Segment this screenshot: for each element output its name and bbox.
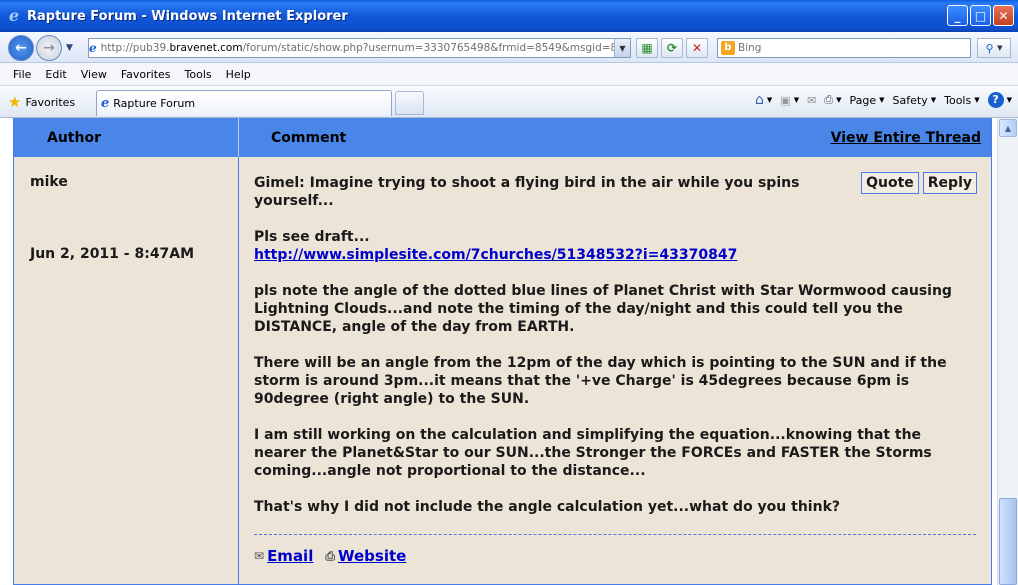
safety-menu[interactable]: Safety ▼	[893, 94, 937, 107]
maximize-button[interactable]: □	[970, 5, 991, 26]
ie-logo-icon: e	[8, 6, 20, 25]
address-dropdown-button[interactable]: ▼	[614, 39, 630, 57]
post-contact-links: ✉ Email ⎙ Website	[254, 547, 406, 565]
email-link-group[interactable]: ✉ Email	[254, 547, 313, 565]
menu-file[interactable]: File	[6, 68, 38, 81]
address-input[interactable]: e http://pub39.bravenet.com/forum/static…	[88, 38, 631, 58]
page-icon: e	[89, 41, 97, 55]
menu-favorites[interactable]: Favorites	[114, 68, 178, 81]
new-tab-button[interactable]	[395, 91, 424, 115]
compatibility-view-icon[interactable]: ▦	[636, 38, 658, 58]
minimize-button[interactable]: _	[947, 5, 968, 26]
back-button[interactable]: ←	[8, 35, 34, 61]
post-paragraph: pls note the angle of the dotted blue li…	[254, 283, 952, 335]
favorites-bar: ★ Favorites e Rapture Forum ⌂ ▼ ▣ ▼ ✉ ⎙ ▼ P…	[0, 86, 1018, 118]
command-bar: ⌂ ▼ ▣ ▼ ✉ ⎙ ▼ Page ▼ Safety ▼ Tools ▼ ? ▼	[755, 92, 1012, 108]
scroll-up-arrow-icon[interactable]: ▲	[999, 119, 1017, 137]
header-divider	[238, 118, 239, 157]
menu-help[interactable]: Help	[219, 68, 258, 81]
mail-icon: ✉	[807, 93, 817, 107]
help-button[interactable]: ? ▼	[987, 92, 1012, 108]
forum-post-table: Author Comment View Entire Thread mike J…	[13, 118, 992, 585]
page-menu-label: Page	[849, 93, 877, 107]
view-entire-thread-link[interactable]: View Entire Thread	[831, 130, 981, 146]
column-divider	[238, 157, 239, 585]
tools-menu-label: Tools	[944, 93, 972, 107]
tab-title: Rapture Forum	[113, 97, 196, 110]
draft-link[interactable]: http://www.simplesite.com/7churches/5134…	[254, 247, 737, 263]
ie-page-icon: e	[101, 96, 110, 111]
star-icon: ★	[8, 93, 22, 111]
email-icon: ✉	[254, 549, 265, 563]
tab-rapture-forum[interactable]: e Rapture Forum	[96, 90, 392, 116]
refresh-icon[interactable]: ⟳	[661, 38, 683, 58]
recent-pages-dropdown-icon[interactable]: ▼	[66, 43, 73, 53]
window-title: Rapture Forum - Windows Internet Explore…	[27, 8, 348, 24]
forward-button[interactable]: →	[36, 35, 62, 61]
title-bar: e Rapture Forum - Windows Internet Explo…	[0, 0, 1018, 32]
post-body: Gimel: Imagine trying to shoot a flying …	[254, 174, 970, 534]
bing-icon: b	[721, 41, 735, 55]
menu-tools[interactable]: Tools	[178, 68, 219, 81]
website-link[interactable]: Website	[338, 547, 406, 565]
feeds-button[interactable]: ▣ ▼	[780, 94, 799, 107]
tools-menu[interactable]: Tools ▼	[944, 94, 980, 107]
vertical-scrollbar[interactable]: ▲	[997, 118, 1018, 585]
search-icon: ⚲	[985, 41, 994, 55]
post-paragraph-draft: Pls see draft... http://www.simplesite.c…	[254, 228, 970, 264]
home-button[interactable]: ⌂ ▼	[755, 92, 772, 108]
post-paragraph: Gimel: Imagine trying to shoot a flying …	[254, 175, 800, 209]
help-icon: ?	[987, 92, 1004, 108]
close-window-button[interactable]: ✕	[993, 5, 1014, 26]
read-mail-button[interactable]: ✉	[807, 94, 816, 107]
favorites-button[interactable]: ★ Favorites	[8, 93, 75, 111]
forum-header-row: Author Comment View Entire Thread	[14, 118, 991, 157]
menu-view[interactable]: View	[74, 68, 114, 81]
page-menu[interactable]: Page ▼	[850, 94, 885, 107]
post-separator	[254, 534, 976, 535]
post-date: Jun 2, 2011 - 8:47AM	[30, 246, 195, 262]
print-button[interactable]: ⎙ ▼	[824, 93, 841, 107]
website-link-group[interactable]: ⎙ Website	[325, 547, 406, 565]
safety-menu-label: Safety	[892, 93, 928, 107]
post-paragraph: There will be an angle from the 12pm of …	[254, 355, 947, 407]
post-paragraph: That's why I did not include the angle c…	[254, 499, 840, 515]
menu-bar: File Edit View Favorites Tools Help	[0, 63, 1018, 86]
scrollbar-thumb[interactable]	[999, 498, 1017, 585]
window-controls: _ □ ✕	[947, 5, 1014, 26]
url-text[interactable]: http://pub39.bravenet.com/forum/static/s…	[101, 42, 630, 54]
rss-icon: ▣	[780, 93, 791, 107]
search-input[interactable]	[738, 42, 958, 54]
website-icon: ⎙	[325, 548, 335, 563]
post-paragraph: I am still working on the calculation an…	[254, 427, 932, 479]
author-column-header: Author	[47, 130, 101, 146]
search-button[interactable]: ⚲ ▼	[977, 38, 1011, 58]
post-author: mike	[30, 174, 68, 190]
stop-icon[interactable]: ✕	[686, 38, 708, 58]
email-link[interactable]: Email	[267, 547, 313, 565]
search-box[interactable]: b	[717, 38, 971, 58]
menu-edit[interactable]: Edit	[38, 68, 73, 81]
page-content: Author Comment View Entire Thread mike J…	[0, 118, 997, 585]
favorites-label: Favorites	[25, 95, 76, 109]
printer-icon: ⎙	[824, 93, 834, 106]
comment-column-header: Comment	[271, 130, 347, 146]
home-icon: ⌂	[755, 92, 764, 108]
draft-text: Pls see draft...	[254, 229, 370, 245]
address-toolbar: ← → ▼ e http://pub39.bravenet.com/forum/…	[0, 32, 1018, 63]
